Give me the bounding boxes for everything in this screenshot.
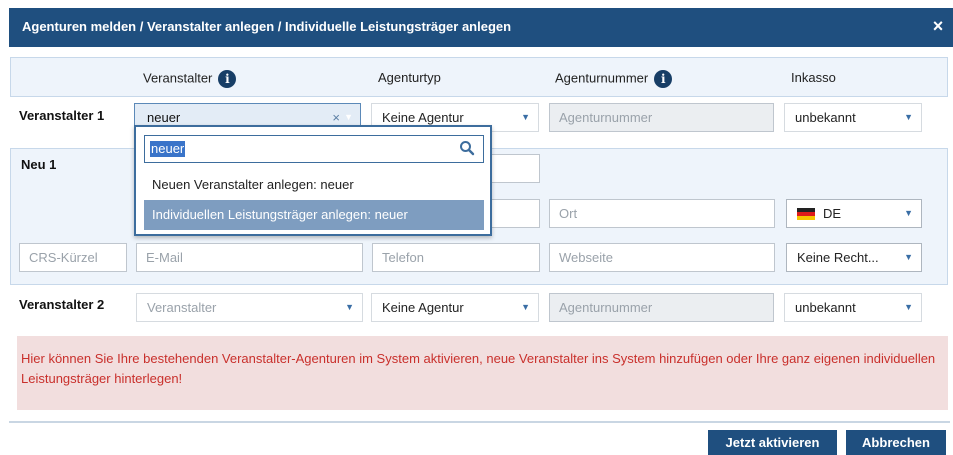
webseite-field[interactable]: Webseite	[549, 243, 775, 272]
telefon-field[interactable]: Telefon	[372, 243, 540, 272]
agenturtyp-1-value: Keine Agentur	[382, 110, 464, 125]
dropdown-option-neuer-veranstalter[interactable]: Neuen Veranstalter anlegen: neuer	[144, 170, 484, 200]
veranstalter-2-value: Veranstalter	[147, 300, 217, 315]
cancel-button[interactable]: Abbrechen	[846, 430, 946, 455]
dialog-titlebar: Agenturen melden / Veranstalter anlegen …	[9, 8, 953, 47]
country-value: DE	[823, 206, 842, 221]
agenturtyp-2-select[interactable]: Keine Agentur ▼	[371, 293, 539, 322]
chevron-down-icon: ▼	[904, 252, 913, 262]
crs-kuerzel-field[interactable]: CRS-Kürzel	[19, 243, 127, 272]
country-select[interactable]: DE ▼	[786, 199, 922, 228]
rechte-value: Keine Recht...	[797, 250, 879, 265]
germany-flag-icon	[797, 207, 815, 220]
row-label-neu-1: Neu 1	[21, 157, 57, 172]
email-field[interactable]: E-Mail	[136, 243, 363, 272]
close-icon[interactable]: ×	[928, 16, 948, 36]
veranstalter-2-select[interactable]: Veranstalter ▼	[136, 293, 363, 322]
column-header-veranstalter-label: Veranstalter	[143, 70, 213, 86]
agenturnummer-1-field: Agenturnummer	[549, 103, 774, 132]
agenturnummer-2-field: Agenturnummer	[549, 293, 774, 322]
chevron-down-icon: ▼	[904, 112, 913, 122]
veranstalter-dropdown: neuer Neuen Veranstalter anlegen: neuer …	[134, 125, 492, 236]
dropdown-search-query: neuer	[150, 141, 186, 157]
column-header-veranstalter: Veranstalter i	[143, 70, 237, 88]
dropdown-search-input[interactable]: neuer	[144, 135, 484, 163]
search-icon	[460, 141, 475, 156]
info-icon[interactable]: i	[654, 70, 673, 88]
info-icon[interactable]: i	[218, 70, 237, 88]
activate-button[interactable]: Jetzt aktivieren	[708, 430, 837, 455]
dialog-title: Agenturen melden / Veranstalter anlegen …	[22, 19, 512, 34]
dropdown-option-leistungstraeger[interactable]: Individuellen Leistungsträger anlegen: n…	[144, 200, 484, 230]
chevron-down-icon: ▼	[345, 302, 354, 312]
ort-field[interactable]: Ort	[549, 199, 775, 228]
footer-divider	[9, 421, 950, 423]
chevron-down-icon: ▼	[904, 302, 913, 312]
inkasso-2-select[interactable]: unbekannt ▼	[784, 293, 922, 322]
info-message-text: Hier können Sie Ihre bestehenden Veranst…	[21, 351, 936, 386]
veranstalter-1-value: neuer	[147, 110, 181, 125]
inkasso-2-value: unbekannt	[795, 300, 856, 315]
chevron-down-icon: ▼	[904, 208, 913, 218]
chevron-down-icon: ▼	[521, 302, 530, 312]
column-header-agenturtyp: Agenturtyp	[378, 70, 441, 85]
info-message: Hier können Sie Ihre bestehenden Veranst…	[17, 336, 948, 410]
column-header-inkasso: Inkasso	[791, 70, 836, 85]
chevron-down-icon: ▼	[521, 112, 530, 122]
column-header-agenturnummer-label: Agenturnummer	[555, 70, 649, 86]
inkasso-1-value: unbekannt	[795, 110, 856, 125]
agenturtyp-2-value: Keine Agentur	[382, 300, 464, 315]
row-label-veranstalter-2: Veranstalter 2	[19, 297, 105, 312]
rechte-select[interactable]: Keine Recht... ▼	[786, 243, 922, 272]
row-label-veranstalter-1: Veranstalter 1	[19, 108, 105, 123]
column-header-agenturnummer: Agenturnummer i	[555, 70, 673, 88]
inkasso-1-select[interactable]: unbekannt ▼	[784, 103, 922, 132]
